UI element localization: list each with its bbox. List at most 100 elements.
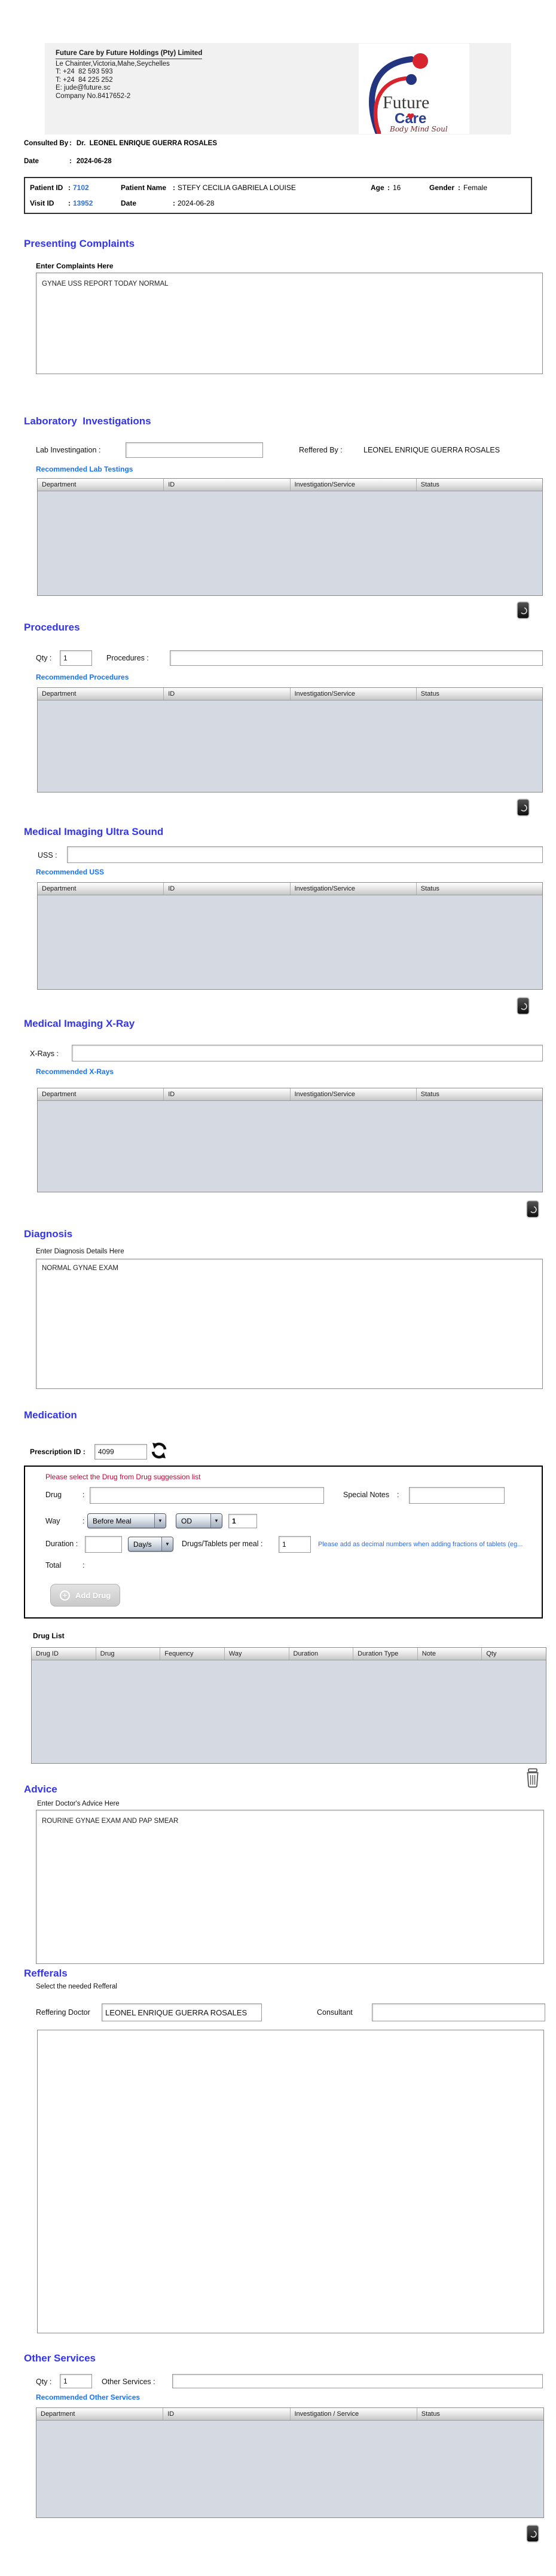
uss-input[interactable] [67,846,543,863]
advice-textarea[interactable]: ROURINE GYNAE EXAM AND PAP SMEAR [36,1810,544,1964]
xray-table-body [38,1101,542,1192]
lab-investigation-input[interactable] [126,442,263,458]
lab-title: Laboratory Investigations [24,415,151,427]
frequency-qty-input[interactable] [228,1514,257,1528]
xray-table-header: Department ID Investigation/Service Stat… [38,1088,542,1101]
lab-table-header: Department ID Investigation/Service Stat… [38,479,542,491]
xray-delete-button[interactable] [526,1200,539,1218]
col-investigation: Investigation / Service [291,2408,417,2420]
other-input-label: Other Services : [102,2378,155,2386]
colon: : [83,1561,84,1570]
lab-delete-button[interactable] [517,601,530,619]
other-services-input[interactable] [172,2374,543,2388]
colon: : [397,1491,399,1499]
col-drug: Drug [96,1648,161,1660]
other-delete-button[interactable] [526,2525,539,2543]
diagnosis-textarea[interactable]: NORMAL GYNAE EXAM [36,1259,543,1389]
colon: : [83,1491,84,1499]
refferals-title: Refferals [24,1968,68,1980]
diagnosis-title: Diagnosis [24,1228,72,1240]
visit-date-label: Date [121,199,173,207]
prescription-id-input[interactable] [94,1444,147,1460]
company-number: Company No.8417652-2 [56,93,202,101]
col-investigation: Investigation/Service [291,688,417,700]
lab-input-label: Lab Investingation : [36,446,100,454]
per-meal-input[interactable] [279,1536,311,1553]
refferal-list-box[interactable] [37,2030,544,2333]
other-qty-label: Qty : [36,2378,51,2386]
special-notes-input[interactable] [409,1487,505,1504]
drug-input[interactable] [90,1487,324,1504]
patient-id-value: 7102 [73,183,89,192]
col-drug-id: Drug ID [32,1648,96,1660]
reffered-by-label: Reffered By : [299,446,343,454]
procedures-table-header: Department ID Investigation/Service Stat… [38,688,542,700]
col-department: Department [36,2408,163,2420]
add-drug-button[interactable]: + Add Drug [50,1584,120,1607]
colon: : [173,199,175,207]
company-phone-1: T: +24 82 593 593 [56,68,202,77]
patient-id-field: Patient ID : 7102 [30,183,89,192]
special-notes-label: Special Notes [343,1491,389,1499]
xray-input[interactable] [72,1045,543,1061]
other-services-table: Department ID Investigation / Service St… [36,2407,544,2518]
consultant-label: Consultant [317,2008,353,2017]
drug-warning-text: Please select the Drug from Drug suggess… [45,1473,200,1481]
duration-input[interactable] [85,1536,122,1553]
refferals-label: Select the needed Refferal [36,1983,117,1990]
procedures-delete-button[interactable] [517,799,530,816]
col-department: Department [38,688,164,700]
company-address: Le Chainter,Victoria,Mahe,Seychelles [56,60,202,69]
complaints-textarea[interactable]: GYNAE USS REPORT TODAY NORMAL [36,273,543,374]
consultant-input[interactable] [372,2003,545,2021]
xray-title: Medical Imaging X-Ray [24,1018,135,1030]
procedures-input[interactable] [170,650,543,666]
col-way: Way [225,1648,289,1660]
colon: : [69,140,72,147]
patient-name-label: Patient Name [121,183,173,192]
colon: : [173,183,175,192]
advice-delete-button[interactable] [525,1768,540,1788]
visit-id-label: Visit ID [30,199,68,207]
per-meal-label: Drugs/Tablets per meal : [182,1540,262,1548]
recommended-lab-link: Recommended Lab Testings [36,465,133,473]
col-id: ID [164,1088,290,1100]
logo-tagline: Body Mind Soul [389,125,448,133]
col-status: Status [417,1088,542,1100]
uss-delete-button[interactable] [517,997,530,1015]
trash-icon [526,1200,539,1218]
other-qty-input[interactable] [60,2374,92,2388]
complaints-title: Presenting Complaints [24,238,135,250]
svg-text:Future: Future [383,93,429,112]
plus-icon: + [60,1590,70,1601]
col-id: ID [164,479,290,491]
gender-value: Female [463,183,487,192]
recommended-xray-link: Recommended X-Rays [36,1067,114,1076]
col-id: ID [164,688,290,700]
prescription-refresh-button[interactable] [151,1442,167,1460]
col-investigation: Investigation/Service [291,883,417,895]
future-care-logo-icon: Future Care Body Mind Soul [359,44,469,134]
procedures-qty-input[interactable] [60,650,92,666]
other-table-body [36,2421,543,2517]
add-drug-panel: Please select the Drug from Drug suggess… [24,1466,543,1619]
recommended-other-link: Recommended Other Services [36,2393,140,2401]
reffering-doctor-input[interactable] [102,2003,262,2021]
company-name: Future Care by Future Holdings (Pty) Lim… [56,50,202,59]
duration-type-select[interactable]: Day/s ▼ [128,1537,173,1552]
way-select[interactable]: Before Meal ▼ [87,1513,166,1528]
medication-title: Medication [24,1409,77,1421]
drug-list-label: Drug List [33,1632,65,1640]
lab-table: Department ID Investigation/Service Stat… [37,478,543,596]
xray-input-label: X-Rays : [30,1050,59,1058]
col-department: Department [38,1088,164,1100]
xray-table: Department ID Investigation/Service Stat… [37,1088,543,1192]
col-investigation: Investigation/Service [291,1088,417,1100]
frequency-select[interactable]: OD ▼ [176,1513,222,1528]
drug-list-body [32,1660,546,1763]
col-status: Status [417,883,542,895]
colon: : [458,183,460,192]
chevron-down-icon: ▼ [210,1514,222,1528]
colon: : [83,1517,84,1525]
total-label: Total [45,1561,61,1570]
